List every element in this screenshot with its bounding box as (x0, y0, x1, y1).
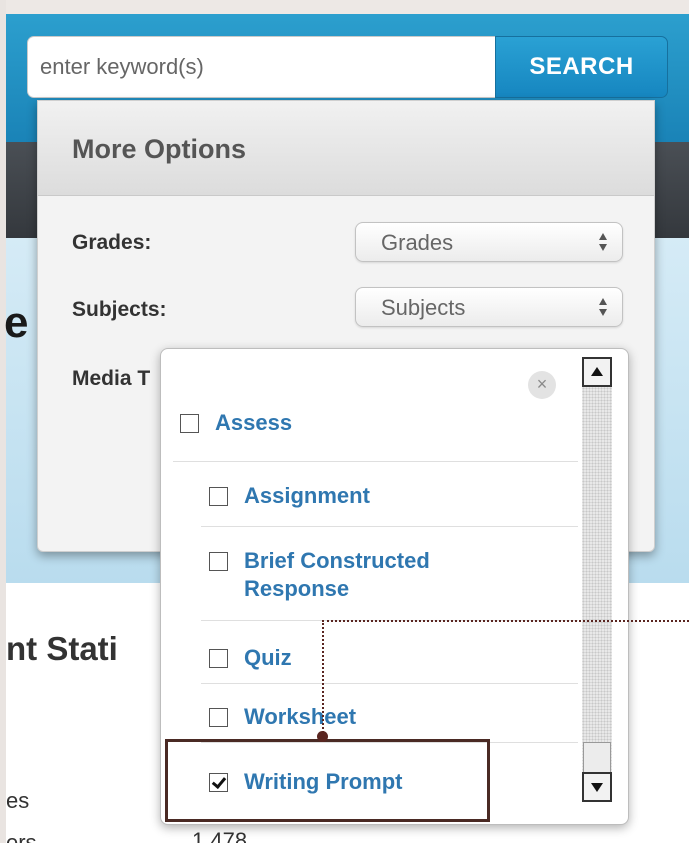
arrow-down-icon (591, 783, 603, 792)
dropdown-scrollbar[interactable] (582, 357, 612, 802)
divider (201, 683, 578, 684)
search-button[interactable]: SEARCH (495, 36, 668, 98)
stat-value: 1,478 (192, 828, 248, 843)
option-label: Quiz (244, 645, 292, 670)
subjects-label: Subjects: (72, 298, 167, 321)
arrow-up-icon (591, 367, 603, 376)
grades-label: Grades: (72, 231, 152, 254)
more-options-title: More Options (72, 134, 246, 164)
option-assignment[interactable]: Assignment (209, 483, 370, 510)
grades-select[interactable]: Grades (355, 222, 623, 262)
checkbox-quiz[interactable] (209, 649, 228, 668)
option-label: Assess (215, 410, 293, 435)
divider (201, 526, 578, 527)
search-input[interactable] (27, 36, 497, 98)
grades-select-value: Grades (381, 230, 454, 255)
subjects-select[interactable]: Subjects (355, 287, 623, 327)
close-icon[interactable]: × (528, 371, 556, 399)
checkbox-brief-constructed-response[interactable] (209, 552, 228, 571)
option-worksheet[interactable]: Worksheet (209, 704, 356, 731)
stat-label-fragment-2: ers (6, 830, 37, 843)
statistics-heading-fragment: nt Stati (6, 630, 118, 667)
select-arrows-icon (599, 298, 607, 316)
divider (173, 461, 578, 462)
callout-dot (317, 731, 328, 742)
window-top-frame (0, 0, 689, 14)
checkbox-assess[interactable] (180, 414, 199, 433)
option-label: Worksheet (244, 704, 357, 729)
scroll-down-button[interactable] (582, 772, 612, 802)
checkbox-worksheet[interactable] (209, 708, 228, 727)
option-assess[interactable]: Assess (180, 410, 292, 437)
more-options-header: More Options (38, 101, 654, 196)
subjects-select-value: Subjects (381, 295, 466, 320)
option-label: Assignment (244, 483, 370, 508)
checkbox-assignment[interactable] (209, 487, 228, 506)
highlight-annotation-box (165, 739, 490, 822)
callout-line-horizontal (322, 620, 689, 622)
option-quiz[interactable]: Quiz (209, 645, 292, 672)
banner-heading-fragment: e (4, 298, 29, 347)
stat-label-fragment: es (6, 788, 30, 813)
option-brief-constructed-response[interactable]: Brief Constructed Response (209, 548, 484, 603)
scroll-up-button[interactable] (582, 357, 612, 387)
media-type-label: Media T (72, 367, 151, 390)
callout-line-vertical (322, 620, 324, 736)
select-arrows-icon (599, 233, 607, 251)
option-label: Brief Constructed Response (244, 548, 430, 601)
